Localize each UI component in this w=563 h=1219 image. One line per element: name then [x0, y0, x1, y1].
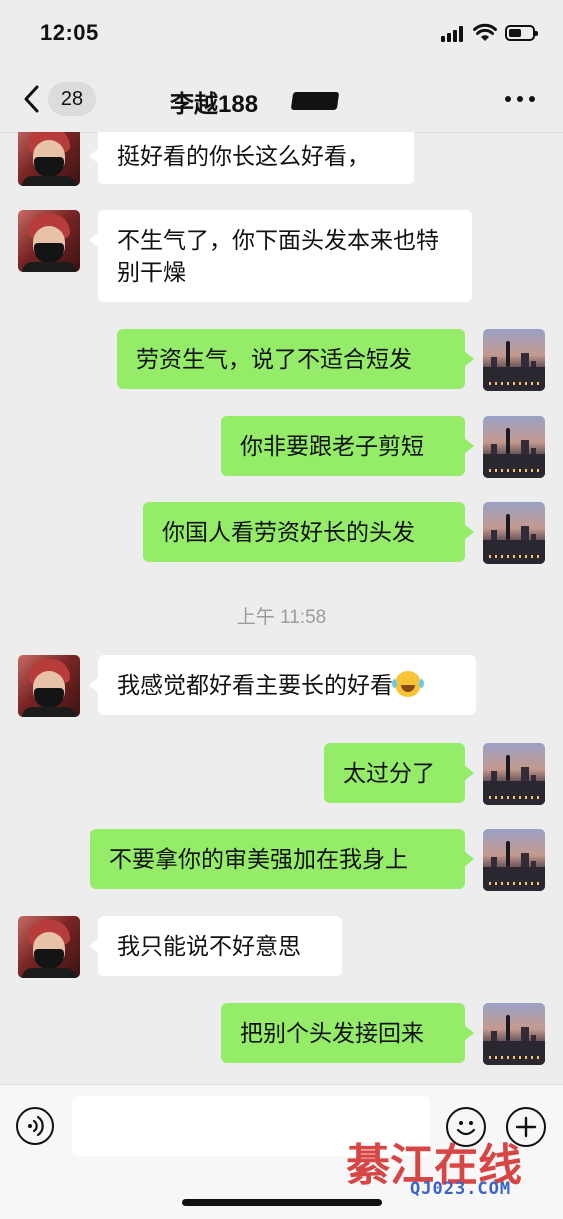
contact-avatar[interactable]: [18, 916, 80, 978]
message-list[interactable]: 挺好看的你长这么好看， 不生气了，你下面头发本来也特别干燥 劳资生气，说了不适合…: [0, 132, 563, 1084]
voice-input-button[interactable]: [16, 1107, 54, 1145]
message-text: 我感觉都好看主要长的好看: [117, 672, 393, 698]
outgoing-message-bubble[interactable]: 劳资生气，说了不适合短发: [117, 329, 474, 389]
site-watermark: 綦江在线 QJ023.COM: [346, 1135, 546, 1201]
voice-wave-icon: [28, 1115, 44, 1137]
back-chevron-icon[interactable]: [20, 84, 44, 114]
outgoing-message-bubble[interactable]: 把别个头发接回来: [221, 1003, 474, 1063]
contact-avatar[interactable]: [18, 655, 80, 717]
message-timestamp: 上午 11:58: [236, 607, 327, 628]
my-avatar[interactable]: [483, 502, 545, 564]
redaction-mark: [290, 92, 340, 110]
my-avatar[interactable]: [483, 1003, 545, 1065]
contact-name: 李越188: [170, 91, 259, 118]
cellular-signal-icon: [441, 26, 467, 42]
watermark-site-text: QJ023.COM: [410, 1179, 512, 1199]
more-options-icon[interactable]: [505, 96, 537, 104]
unread-count-badge[interactable]: 28: [48, 82, 96, 116]
my-avatar[interactable]: [483, 743, 545, 805]
status-bar: 12:05: [0, 0, 563, 66]
battery-icon: [505, 25, 538, 41]
status-time: 12:05: [40, 20, 99, 45]
chat-input-bar: 綦江在线 QJ023.COM: [0, 1084, 563, 1219]
outgoing-message-bubble[interactable]: 不要拿你的审美强加在我身上: [90, 829, 474, 889]
my-avatar[interactable]: [483, 329, 545, 391]
wifi-icon: [473, 23, 497, 41]
my-avatar[interactable]: [483, 829, 545, 891]
incoming-message-bubble[interactable]: 挺好看的你长这么好看，: [89, 132, 414, 184]
contact-avatar[interactable]: [18, 210, 80, 272]
incoming-message-bubble[interactable]: 我感觉都好看主要长的好看: [89, 655, 476, 715]
contact-avatar[interactable]: [18, 132, 80, 186]
outgoing-message-bubble[interactable]: 你非要跟老子剪短: [221, 416, 474, 476]
home-indicator: [182, 1199, 382, 1206]
my-avatar[interactable]: [483, 416, 545, 478]
outgoing-message-bubble[interactable]: 你国人看劳资好长的头发: [143, 502, 474, 562]
chat-header: 28 李越188: [0, 66, 563, 133]
incoming-message-bubble[interactable]: 我只能说不好意思: [89, 916, 342, 976]
laughing-tears-emoji-icon: [392, 671, 421, 697]
incoming-message-bubble[interactable]: 不生气了，你下面头发本来也特别干燥: [89, 210, 472, 302]
outgoing-message-bubble[interactable]: 太过分了: [324, 743, 474, 803]
